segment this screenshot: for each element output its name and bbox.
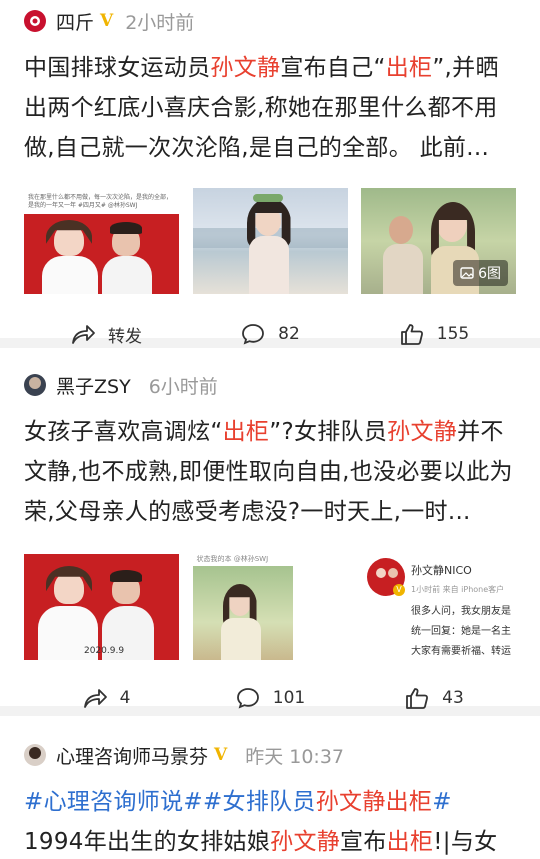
card-meta: 1小时前 来自 iPhone客户: [411, 585, 505, 594]
post-text[interactable]: 中国排球女运动员孙文静宣布自己“出柜”,并晒出两个红底小喜庆合影,称她在那里什么…: [24, 48, 516, 168]
card-username: 孙文静NICO: [411, 564, 472, 577]
image-date: 2020.9.9: [84, 646, 125, 656]
author-name[interactable]: 黑子ZSY: [56, 372, 131, 399]
image-caption: 状态我的本 @林孙SWJ: [196, 555, 269, 563]
verified-badge: V: [393, 584, 405, 596]
topic-tag[interactable]: #女排队员: [203, 789, 316, 815]
text-segment: 中国排球女运动员: [24, 55, 211, 81]
highlight-keyword[interactable]: 孙文静: [270, 829, 340, 855]
highlight-keyword[interactable]: 出柜: [387, 829, 434, 855]
post-image[interactable]: 2020.9.9: [24, 554, 179, 660]
comment-button[interactable]: 82: [188, 322, 352, 346]
topic-tag[interactable]: #: [432, 789, 452, 815]
card-line: 大家有需要祈福、转运: [411, 646, 511, 657]
verified-badge: V: [214, 745, 228, 765]
verified-badge: V: [100, 11, 114, 31]
repost-icon: [83, 689, 107, 708]
feed-post[interactable]: 黑子ZSY 6小时前 女孩子喜欢高调炫“出柜”?女排队员孙文静并不文静,也不成熟…: [0, 348, 540, 709]
post-image[interactable]: 6图: [361, 188, 516, 294]
comment-icon: [236, 688, 259, 709]
repost-count: 4: [119, 688, 131, 708]
post-text[interactable]: 女孩子喜欢高调炫“出柜”?女排队员孙文静并不文静,也不成熟,即便性取向自由,也没…: [24, 412, 516, 532]
post-header: 四斤 V 2小时前: [24, 0, 516, 40]
highlight-keyword[interactable]: 出柜: [386, 55, 433, 81]
avatar[interactable]: [24, 374, 46, 396]
post-header: 心理咨询师马景芬 V 昨天 10:37: [24, 734, 516, 774]
post-time: 2小时前: [125, 11, 195, 34]
text-segment: 宣布: [340, 829, 387, 855]
text-segment: 1994年出生的女排姑娘: [24, 829, 271, 855]
card-line: 统一回复：她是一名主: [411, 626, 511, 637]
feed-post[interactable]: 四斤 V 2小时前 中国排球女运动员孙文静宣布自己“出柜”,并晒出两个红底小喜庆…: [0, 0, 540, 347]
post-image[interactable]: V 孙文静NICO 1小时前 来自 iPhone客户 很多人问，我女朋友是 统一…: [361, 554, 516, 660]
text-segment: 女孩子喜欢高调炫“: [24, 419, 223, 445]
repost-icon: [72, 325, 95, 344]
post-image[interactable]: [192, 188, 348, 294]
comment-icon: [242, 324, 265, 345]
like-icon: [406, 688, 429, 709]
image-count-badge: 6图: [453, 260, 508, 286]
repost-button[interactable]: 4: [24, 686, 188, 710]
like-button[interactable]: 155: [352, 322, 516, 346]
comment-count: 82: [278, 324, 300, 344]
highlight-keyword[interactable]: 孙文静: [387, 419, 457, 445]
comment-count: 101: [272, 688, 306, 708]
post-text[interactable]: #心理咨询师说##女排队员孙文静出柜# 1994年出生的女排姑娘孙文静宣布出柜!…: [24, 782, 516, 859]
topic-tag[interactable]: #心理咨询师说#: [24, 789, 203, 815]
image-grid: 2020.9.9 状态我的本 @林孙SWJ V 孙文静NICO 1小时前 来自 …: [24, 554, 516, 660]
like-count: 155: [436, 324, 470, 344]
image-count: 6图: [478, 266, 501, 282]
repost-label: 转发: [108, 326, 142, 347]
highlight-keyword[interactable]: 孙文静: [210, 55, 280, 81]
post-time: 6小时前: [148, 375, 218, 398]
highlight-keyword[interactable]: 出柜: [223, 419, 270, 445]
card-line: 很多人问，我女朋友是: [411, 606, 511, 617]
avatar[interactable]: [24, 10, 46, 32]
post-time: 昨天 10:37: [245, 745, 345, 768]
comment-button[interactable]: 101: [188, 686, 352, 710]
post-image[interactable]: 状态我的本 @林孙SWJ: [192, 554, 348, 660]
feed-post[interactable]: 心理咨询师马景芬 V 昨天 10:37 #心理咨询师说##女排队员孙文静出柜# …: [0, 716, 540, 859]
image-caption: 我在那里什么都不用做，每一次次沦陷，是我的全部，是我的一年又一年 #四月又# @…: [28, 194, 173, 209]
repost-button[interactable]: 转发: [24, 322, 188, 347]
avatar[interactable]: [24, 744, 46, 766]
post-header: 黑子ZSY 6小时前: [24, 364, 516, 404]
like-icon: [400, 324, 423, 345]
author-name[interactable]: 心理咨询师马景芬: [56, 742, 208, 769]
author-name[interactable]: 四斤: [56, 8, 94, 35]
like-count: 43: [442, 688, 464, 708]
like-button[interactable]: 43: [352, 686, 516, 710]
text-segment: 宣布自己“: [280, 55, 386, 81]
text-segment: ”?女排队员: [269, 419, 388, 445]
highlight-keyword[interactable]: 孙文静出柜: [316, 789, 433, 815]
image-icon: [460, 267, 474, 279]
image-grid: 我在那里什么都不用做，每一次次沦陷，是我的全部，是我的一年又一年 #四月又# @…: [24, 188, 516, 294]
post-image[interactable]: 我在那里什么都不用做，每一次次沦陷，是我的全部，是我的一年又一年 #四月又# @…: [24, 188, 179, 294]
